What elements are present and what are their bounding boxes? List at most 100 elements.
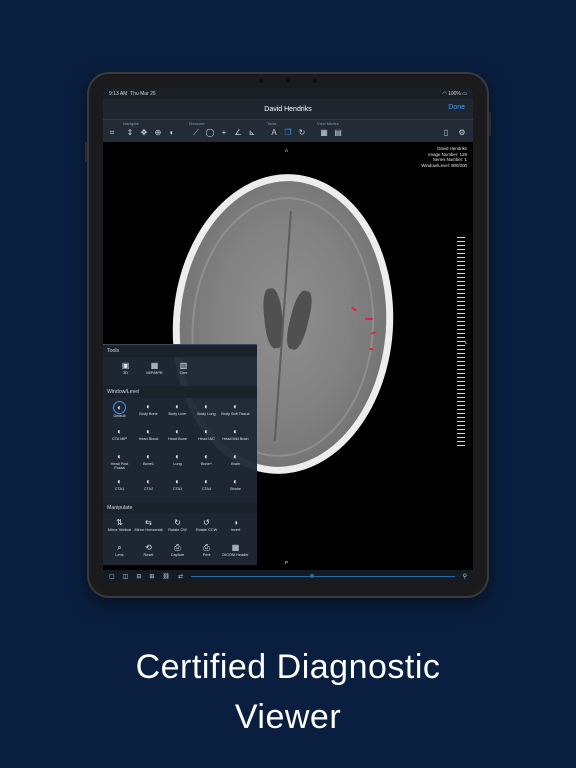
link-icon[interactable]: ⛓ xyxy=(162,573,170,580)
orientation-right: L xyxy=(465,340,468,345)
volume-button xyxy=(85,142,87,162)
grid-layout-icon[interactable]: ▦ xyxy=(319,128,329,138)
window-preset-head-bone[interactable]: ◐ Head Bone xyxy=(163,425,192,450)
manipulate-label: Lens xyxy=(115,553,124,557)
window-preset-brain[interactable]: ◐ Brain xyxy=(221,450,250,475)
ellipse-roi-icon[interactable]: ◯ xyxy=(205,128,215,138)
tablet-icon[interactable]: ▯ xyxy=(441,128,451,138)
manipulate-label: Mirror Vertical xyxy=(107,528,132,532)
image-info-overlay: David Hendriks Image Number: 129 Series … xyxy=(421,146,467,168)
tool-mip-mpr[interactable]: ▦ MIP/MPR xyxy=(140,359,169,384)
gear-icon[interactable]: ⚙ xyxy=(457,128,467,138)
preset-label: Head Mid Brain xyxy=(222,437,249,441)
frame-icon[interactable]: ▢ xyxy=(109,573,115,580)
manipulate-capture[interactable]: ⎙ Capture xyxy=(163,541,192,566)
navigate-group: Navigate ⇕ ✥ ⊕ ◐ xyxy=(123,120,183,142)
window-level-icon: ◐ xyxy=(117,427,122,436)
window-preset-body-soft-tissue[interactable]: ◐ Body Soft Tissue xyxy=(221,400,250,425)
manipulate-dicom-header[interactable]: ▦ DICOM Header xyxy=(221,541,250,566)
window-level-icon: ◐ xyxy=(175,427,180,436)
ruler-icon[interactable]: ⟋ xyxy=(191,128,201,138)
done-button[interactable]: Done xyxy=(448,104,465,111)
printer-icon: ⎙ xyxy=(203,543,210,552)
main-toolbar: ⌗ Navigate ⇕ ✥ ⊕ ◐ Measure ⟋ ◯ + ∠ ⊾ Too… xyxy=(103,119,473,143)
orientation-bottom: P xyxy=(285,560,289,565)
series-icon[interactable]: ⌗ xyxy=(107,128,117,138)
tools-header: Tools xyxy=(103,345,257,357)
window-level-icon[interactable]: ◐ xyxy=(167,128,177,138)
tools-panel: Tools ▣ 3D ▦ MIP/MPR ▥ Cine Window/Level ◐ D… xyxy=(103,344,257,565)
preset-label: Default xyxy=(113,414,126,418)
window-preset-cta3[interactable]: ◐ CTA3 xyxy=(163,475,192,500)
text-annotation-icon[interactable]: A xyxy=(269,128,279,138)
pan-icon[interactable]: ✥ xyxy=(139,128,149,138)
window-preset-cta4[interactable]: ◐ CTA4 xyxy=(192,475,221,500)
tool-label: MIP/MPR xyxy=(146,371,163,375)
window-preset-lung[interactable]: ◐ Lung xyxy=(163,450,192,475)
manipulate-mirror-horizontal[interactable]: ⇆ Mirror Horizontal xyxy=(134,516,163,541)
orientation-top: A xyxy=(285,148,289,153)
cobb-angle-icon[interactable]: ⊾ xyxy=(247,128,257,138)
frame-slider[interactable] xyxy=(191,573,455,578)
manipulate-lens[interactable]: ⌕ Lens xyxy=(105,541,134,566)
cube-icon: ▣ xyxy=(121,361,130,370)
manipulate-rotate-ccw[interactable]: ↺ Rotate CCW xyxy=(192,516,221,541)
manipulate-label: Invert xyxy=(230,528,241,532)
window-level-icon: ◐ xyxy=(117,477,122,486)
manipulate-label: Reset xyxy=(143,553,154,557)
film-icon: ▥ xyxy=(179,361,188,370)
layout-2x2-icon[interactable]: ⊞ xyxy=(149,573,154,580)
manipulate-label: DICOM Header xyxy=(222,553,249,557)
window-preset-bone1[interactable]: ◐ Bone1 xyxy=(134,450,163,475)
sync-icon[interactable]: ⇄ xyxy=(178,573,183,580)
window-level-icon: ◐ xyxy=(204,402,209,411)
manipulate-reset[interactable]: ⟲ Reset xyxy=(134,541,163,566)
window-level-icon: ◐ xyxy=(175,402,180,411)
ct-image-viewer[interactable]: David Hendriks Image Number: 129 Series … xyxy=(103,142,473,570)
window-preset-head-iac[interactable]: ◐ Head IAC xyxy=(192,425,221,450)
window-preset-bone-[interactable]: ◐ Bone+ xyxy=(192,450,221,475)
patient-title: David Hendriks xyxy=(264,105,312,113)
preset-label: Brain xyxy=(231,462,240,466)
view-modes-caption: View Modes xyxy=(317,121,339,126)
manipulate-invert[interactable]: ◑ Invert xyxy=(221,516,250,541)
camera-housing xyxy=(259,78,317,83)
preset-label: Body Liver xyxy=(168,412,187,416)
user-pointer-icon[interactable]: ⚲ xyxy=(463,573,467,580)
window-level-icon: ◐ xyxy=(204,452,209,461)
manipulate-mirror-vertical[interactable]: ⇅ Mirror Vertical xyxy=(105,516,134,541)
window-preset-body-liver[interactable]: ◐ Body Liver xyxy=(163,400,192,425)
layers-icon[interactable]: ❐ xyxy=(283,128,293,138)
window-preset-body-lung[interactable]: ◐ Body Lung xyxy=(192,400,221,425)
scroll-icon[interactable]: ⇕ xyxy=(125,128,135,138)
tool-3d[interactable]: ▣ 3D xyxy=(111,359,140,384)
layout-1x2-icon[interactable]: ◫ xyxy=(123,573,129,580)
layout-2x1-icon[interactable]: ⊟ xyxy=(136,573,141,580)
manipulate-label: Mirror Horizontal xyxy=(134,528,163,532)
window-preset-head-post-fossa[interactable]: ◐ Head Post Fossa xyxy=(105,450,134,475)
manipulate-label: Rotate CW xyxy=(168,528,187,532)
window-preset-head-blood[interactable]: ◐ Head Blood xyxy=(134,425,163,450)
manipulate-rotate-cw[interactable]: ↻ Rotate CW xyxy=(163,516,192,541)
slider-thumb[interactable] xyxy=(309,573,314,578)
info-layout-icon[interactable]: ▤ xyxy=(333,128,343,138)
measure-caption: Measure xyxy=(189,121,205,126)
window-preset-cta2[interactable]: ◐ CTA2 xyxy=(134,475,163,500)
window-preset-head-mid-brain[interactable]: ◐ Head Mid Brain xyxy=(221,425,250,450)
status-time: 9:13 AM xyxy=(109,90,128,97)
window-preset-stroke[interactable]: ◐ Stroke xyxy=(221,475,250,500)
navigation-bar: David Hendriks Done xyxy=(103,99,473,119)
rotate-icon[interactable]: ↻ xyxy=(297,128,307,138)
window-preset-body-bone[interactable]: ◐ Body Bone xyxy=(134,400,163,425)
tool-cine[interactable]: ▥ Cine xyxy=(169,359,198,384)
window-preset-cta-mip[interactable]: ◐ CTA MIP xyxy=(105,425,134,450)
zoom-icon[interactable]: ⊕ xyxy=(153,128,163,138)
window-preset-default[interactable]: ◐ Default xyxy=(105,400,134,425)
manipulate-print[interactable]: ⎙ Print xyxy=(192,541,221,566)
tools-group: Tools A ❐ ↻ xyxy=(267,120,311,142)
window-preset-cta1[interactable]: ◐ CTA1 xyxy=(105,475,134,500)
window-level-presets: ◐ Default ◐ Body Bone ◐ Body Liver ◐ Body Lung ◐… xyxy=(103,398,257,502)
tools-caption: Tools xyxy=(267,121,277,126)
crosshair-icon[interactable]: + xyxy=(219,128,229,138)
angle-icon[interactable]: ∠ xyxy=(233,128,243,138)
